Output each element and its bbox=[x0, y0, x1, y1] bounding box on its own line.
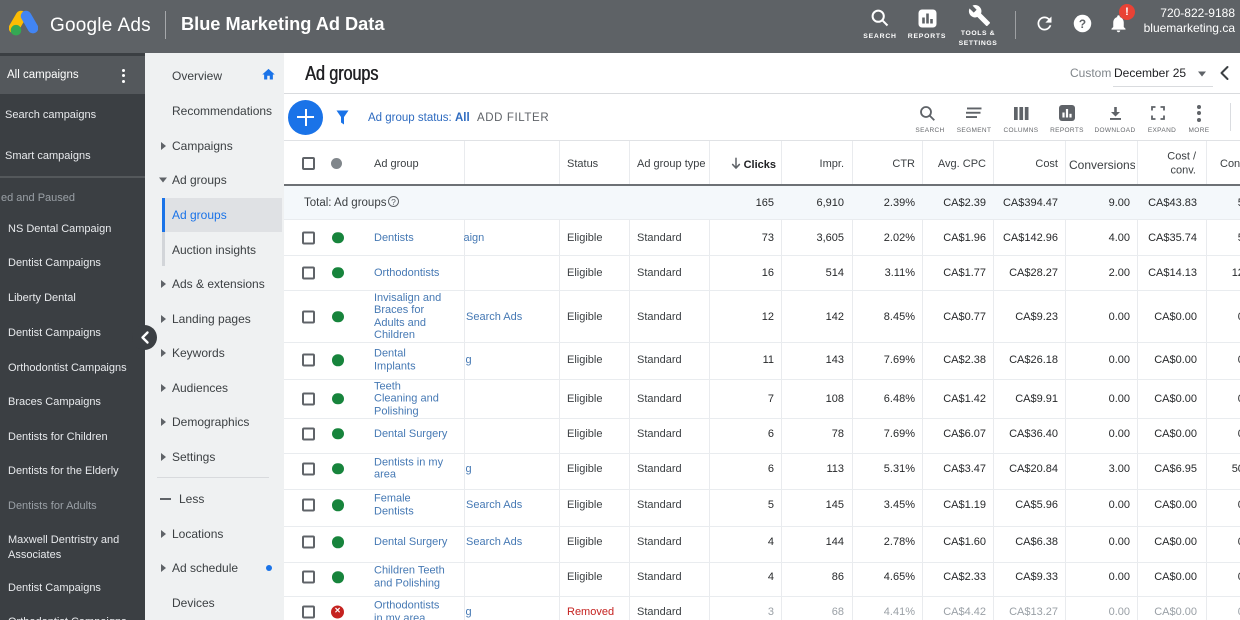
svg-text:?: ? bbox=[1079, 17, 1086, 31]
